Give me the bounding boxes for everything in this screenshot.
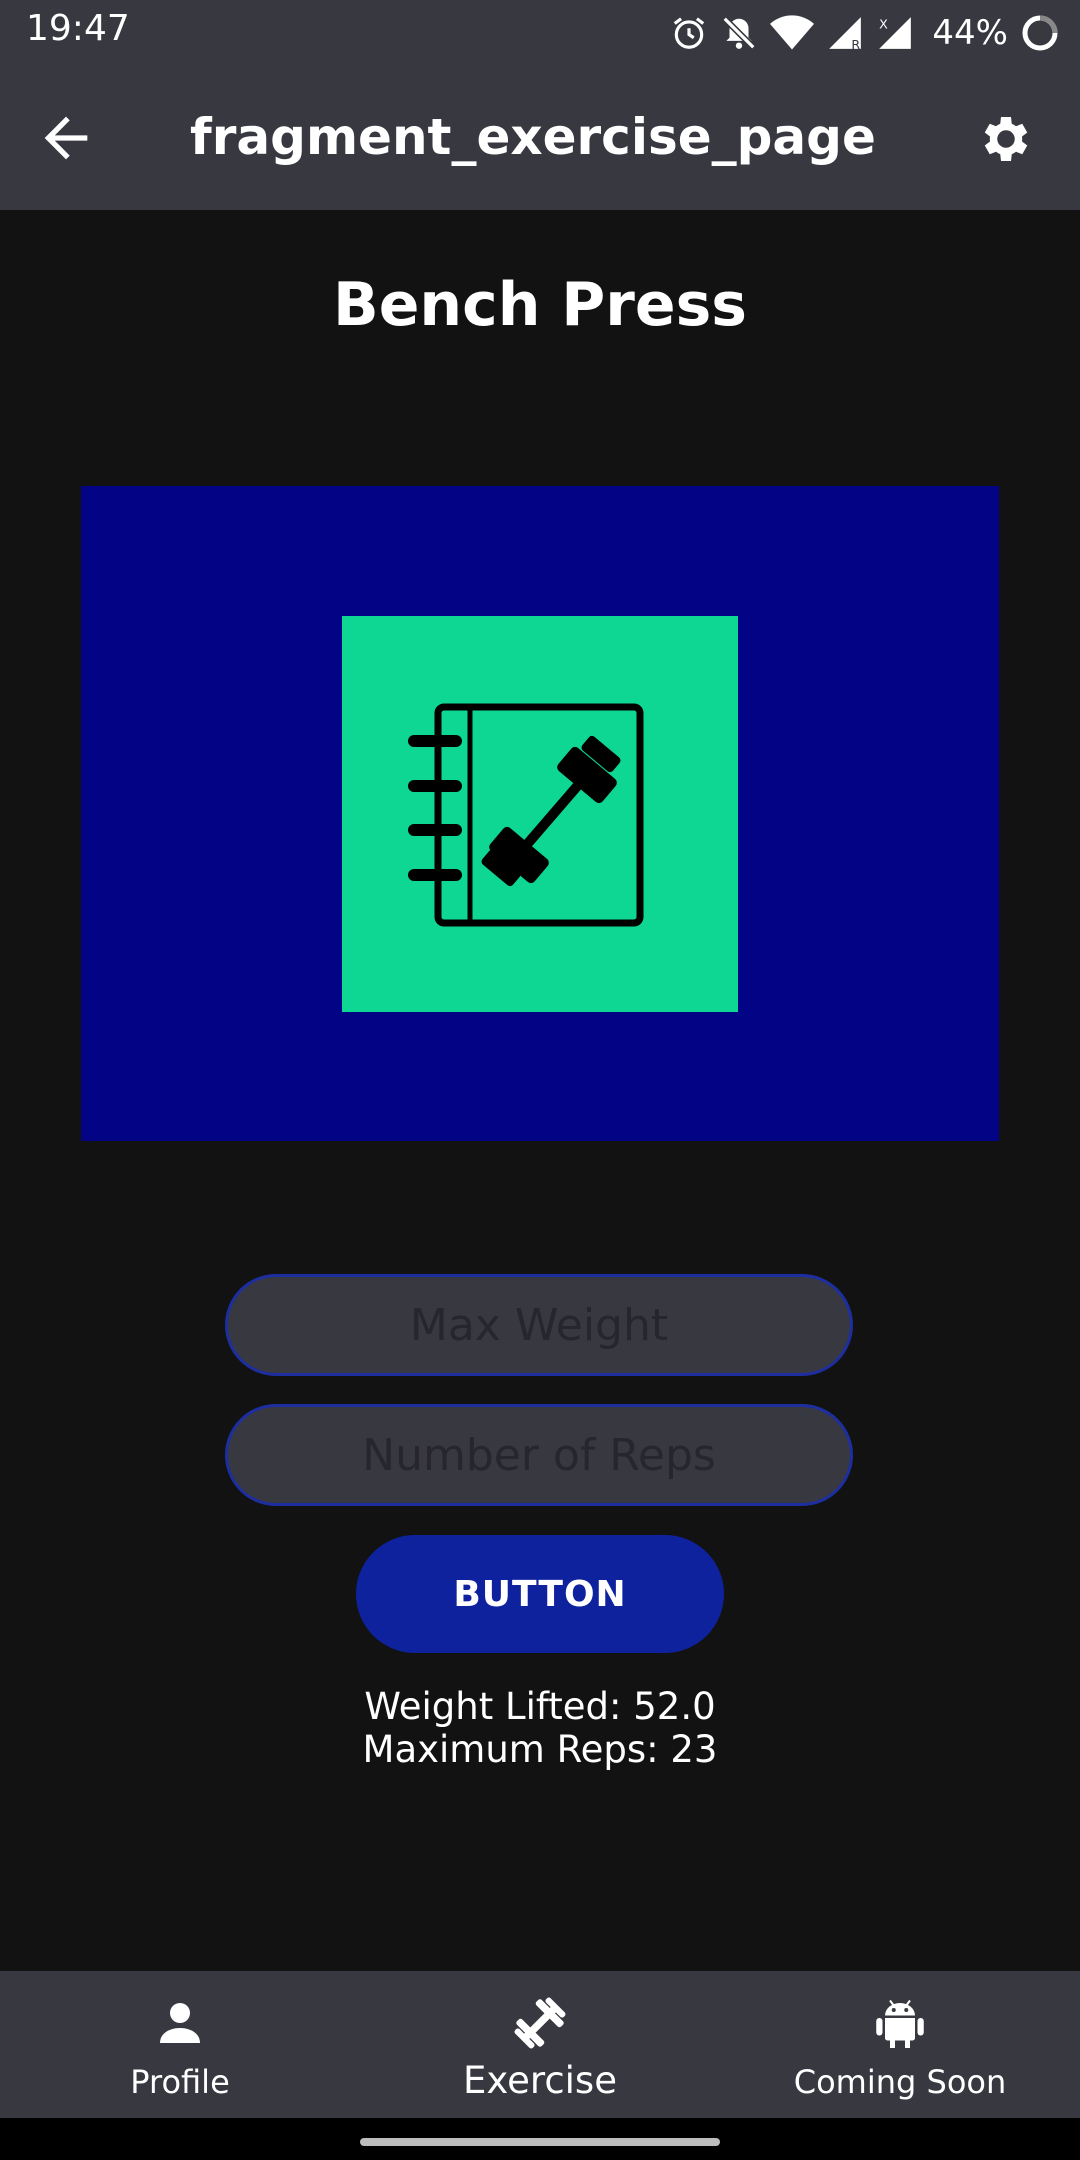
nav-label-profile: Profile xyxy=(130,2063,230,2101)
battery-percent: 44% xyxy=(932,13,1008,53)
page-title: Bench Press xyxy=(333,270,747,340)
svg-text:X: X xyxy=(880,16,889,31)
status-icons: R X 44% xyxy=(670,8,1060,58)
workout-notebook-dumbbell-icon xyxy=(408,703,644,927)
battery-icon xyxy=(1022,15,1058,51)
gesture-navigation-bar xyxy=(0,2118,1080,2160)
svg-text:R: R xyxy=(852,37,861,52)
status-time: 19:47 xyxy=(26,8,130,49)
android-icon xyxy=(876,1999,924,2048)
toolbar: fragment_exercise_page xyxy=(0,66,1080,210)
signal-roaming-icon: R xyxy=(829,17,862,52)
back-arrow-icon[interactable] xyxy=(34,106,98,170)
nav-label-exercise: Exercise xyxy=(463,2059,617,2102)
number-of-reps-input[interactable] xyxy=(225,1404,853,1506)
max-weight-input[interactable] xyxy=(225,1274,853,1376)
signal-no-data-icon: X xyxy=(879,16,912,49)
wifi-icon xyxy=(770,15,815,50)
person-icon xyxy=(160,2003,200,2043)
screen: 19:47 R X 44% fragment_exercise_page Ben… xyxy=(0,0,1080,2160)
nav-item-exercise[interactable]: Exercise xyxy=(360,1971,720,2118)
nav-label-coming-soon: Coming Soon xyxy=(793,2063,1007,2101)
dumbbell-icon xyxy=(514,1997,566,2049)
nav-item-profile[interactable]: Profile xyxy=(0,1971,360,2118)
toolbar-title: fragment_exercise_page xyxy=(190,108,876,166)
bell-off-icon xyxy=(722,16,756,50)
alarm-icon xyxy=(674,17,705,49)
gear-icon[interactable] xyxy=(976,109,1036,169)
nav-item-coming-soon[interactable]: Coming Soon xyxy=(720,1971,1080,2118)
gesture-handle[interactable] xyxy=(360,2138,720,2146)
weight-lifted-text: Weight Lifted: 52.0 xyxy=(364,1685,716,1728)
submit-button[interactable]: BUTTON xyxy=(356,1535,724,1653)
status-bar: 19:47 R X 44% xyxy=(0,0,1080,66)
maximum-reps-text: Maximum Reps: 23 xyxy=(362,1728,718,1771)
bottom-navigation: Profile Exercise Coming Soon xyxy=(0,1971,1080,2118)
exercise-image-tile xyxy=(342,616,738,1012)
exercise-image xyxy=(81,486,999,1141)
